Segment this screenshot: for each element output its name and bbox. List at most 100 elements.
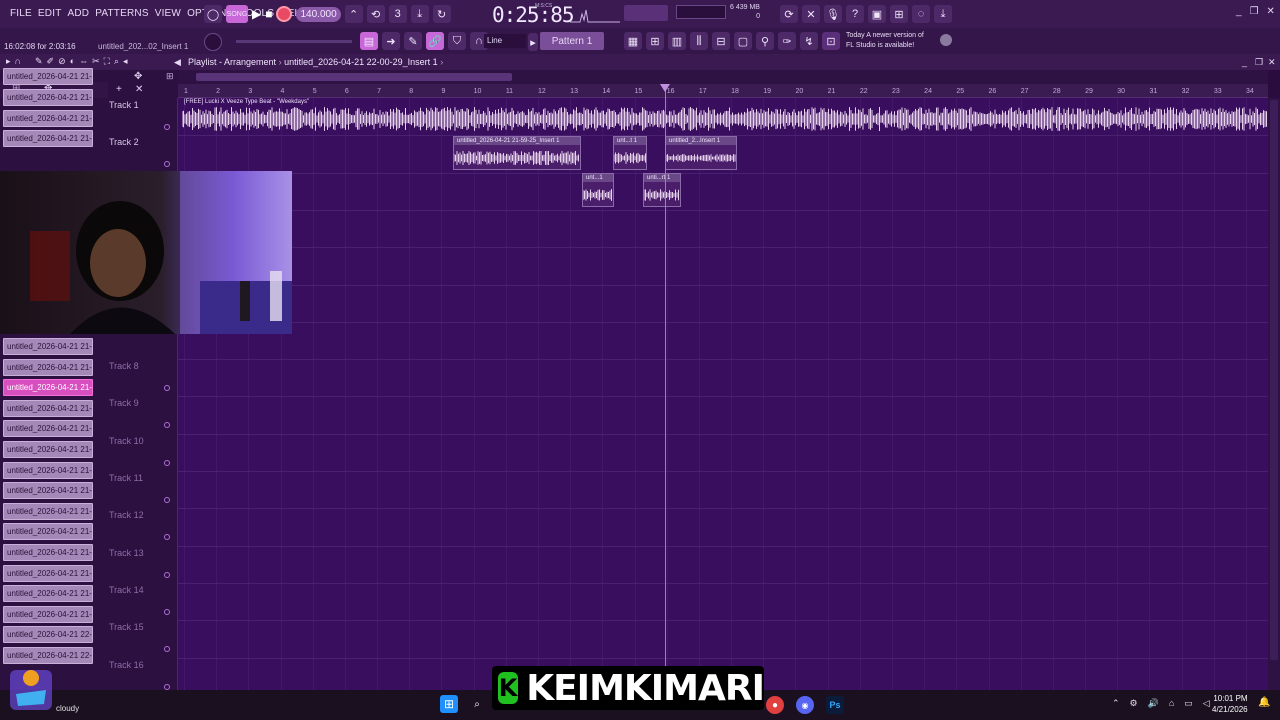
magnet-snap-icon[interactable]: ∩ [15,56,21,67]
timeline-ruler[interactable]: 1 2 3 4 5 6 7 8 9 10 11 12 13 14 15 16 17 18 19 20 21 22 23 24 2… [178,84,1268,98]
snap-selector[interactable]: Line [484,34,526,48]
tempo-display[interactable]: 140.000 [296,6,341,22]
plugin-icon[interactable]: ⚲ [756,32,774,50]
browser-icon[interactable]: ▢ [734,32,752,50]
track-mute-icon[interactable] [164,385,170,391]
mixer-icon[interactable]: ⊞ [890,5,908,23]
vocal-clip-1[interactable]: untitled_2026-04-21 21-59-25_Insert 1 [453,136,581,170]
playback-tool-icon[interactable]: ◂ [123,56,128,67]
track-mute-icon[interactable] [164,609,170,615]
beat-audio-clip[interactable] [182,98,1268,134]
master-volume-knob-icon[interactable]: ◯ [204,5,222,23]
track-label[interactable]: Track 2 [108,137,176,147]
track-label[interactable]: Track 1 [108,100,176,110]
channel-button[interactable]: untitled_2026-04-21 21-... [3,564,93,582]
cart-icon[interactable]: ⊡ [822,32,840,50]
menu-file[interactable]: FILE [10,8,32,19]
track-mute-icon[interactable] [164,124,170,130]
metronome-icon[interactable]: ⌃ [344,5,363,23]
channel-button[interactable]: untitled_2026-04-21 21-... [3,338,93,355]
photoshop-icon[interactable]: Ps [826,696,844,714]
track-label[interactable]: Track 10 [108,436,176,446]
piano-roll-icon[interactable]: ▥ [668,32,686,50]
channel-button[interactable]: untitled_2026-04-21 21-... [3,461,93,479]
minimize-icon[interactable]: _ [1236,6,1242,17]
grid-toggle-icon[interactable]: ⊞ [166,71,174,82]
channel-button[interactable]: untitled_2026-04-21 21-... [3,68,93,85]
tool-icon[interactable]: ✑ [778,32,796,50]
stop-button[interactable]: ■ [265,7,272,21]
restore-icon[interactable]: ❐ [1250,6,1259,17]
song-time-display[interactable]: 0:25:85 [492,3,575,27]
track-label[interactable]: Track 16 [108,660,176,670]
track-mute-icon[interactable] [164,161,170,167]
network-icon[interactable]: ▭ [1184,698,1193,709]
paint-tool-icon[interactable]: ✐ [47,56,55,67]
play-button[interactable]: ▶ [252,7,261,21]
stamp-icon[interactable]: ⛉ [448,32,466,50]
playlist-close-icon[interactable]: ✕ [1268,57,1276,68]
search-icon[interactable]: ⌕ [468,695,486,713]
track-label[interactable]: Track 9 [108,398,176,408]
menu-add[interactable]: ADD [68,8,90,19]
track-mute-icon[interactable] [164,572,170,578]
channel-button[interactable]: untitled_2026-04-21 22-... [3,647,93,664]
horizontal-scrollbar[interactable] [178,70,1268,84]
channel-button[interactable]: untitled_2026-04-21 21-... [3,523,93,541]
close-icon[interactable]: ✕ [1267,6,1275,17]
main-pitch-knob-icon[interactable] [204,33,222,51]
track-label[interactable]: Track 15 [108,622,176,632]
record-button[interactable] [276,6,293,22]
pattern-song-toggle[interactable]: SONG [226,5,248,23]
wait-for-input-icon[interactable]: ⟲ [366,5,385,23]
undo-icon[interactable]: ⟳ [780,5,798,23]
help-icon[interactable]: ? [846,5,864,23]
scrollbar-thumb[interactable] [196,73,512,81]
track-label[interactable]: Track 13 [108,548,176,558]
windows-start-icon[interactable]: ⊞ [440,695,458,713]
speaker-tray-icon[interactable]: ◁ [1203,698,1210,709]
channel-button[interactable]: untitled_2026-04-21 21-... [3,502,93,520]
download-icon[interactable]: ⤓ [934,5,952,23]
channel-button[interactable]: untitled_2026-04-21 21-... [3,420,93,438]
playlist-view-icon[interactable]: ▤ [360,32,378,50]
draw-tool-icon[interactable]: ✎ [35,56,43,67]
mute-tool-icon[interactable]: ◐ [70,56,75,67]
track-mute-icon[interactable] [164,534,170,540]
track-label[interactable]: Track 8 [108,361,176,371]
pattern-prev-icon[interactable]: ▸ [528,33,538,51]
menu-edit[interactable]: EDIT [38,8,62,19]
playhead-line[interactable] [665,84,666,690]
discord-icon[interactable]: ◉ [796,696,814,714]
track-mute-icon[interactable] [164,646,170,652]
channel-button[interactable]: untitled_2026-04-21 21-... [3,441,93,458]
slice-tool-icon[interactable]: ✂ [92,56,100,67]
mixer-window-icon[interactable]: ⫼ [690,32,708,50]
master-pitch-slider[interactable] [624,5,668,21]
vertical-scrollbar-thumb[interactable] [1270,100,1278,660]
playlist-restore-icon[interactable]: ❐ [1255,57,1263,68]
microphone-icon[interactable]: 🎙 [824,5,842,23]
track-label[interactable]: Track 14 [108,585,176,595]
menu-patterns[interactable]: PATTERNS [95,8,148,19]
track-label[interactable]: Track 11 [108,473,176,483]
pattern-selector[interactable]: Pattern 1 [540,32,604,50]
vocal-clip-2[interactable]: unt...t 1 [613,136,647,170]
channel-button[interactable]: untitled_2026-04-21 21-... [3,585,93,603]
playlist-minimize-icon[interactable]: _ [1242,57,1247,67]
pencil-icon[interactable]: ✎ [404,32,422,50]
track-mute-icon[interactable] [164,422,170,428]
track-label[interactable]: Track 12 [108,510,176,520]
tools-icon[interactable]: ✕ [802,5,820,23]
tray-chevron-icon[interactable]: ⌃ [1112,698,1120,709]
arrow-icon[interactable]: ➜ [382,32,400,50]
chrome-icon[interactable]: ● [766,696,784,714]
speaker-icon[interactable]: ◀ [174,57,181,68]
track-mute-icon[interactable] [164,497,170,503]
step-sequencer-icon[interactable]: ⊞ [646,32,664,50]
mic-icon[interactable]: ⌂ [1169,698,1174,709]
save-icon[interactable]: ▣ [868,5,886,23]
vocal-clip-5[interactable]: unti...rt 1 [643,173,681,207]
zoom-tool-icon[interactable]: ⌕ [114,56,119,67]
playlist-menu-icon[interactable]: ▸ [6,56,11,67]
